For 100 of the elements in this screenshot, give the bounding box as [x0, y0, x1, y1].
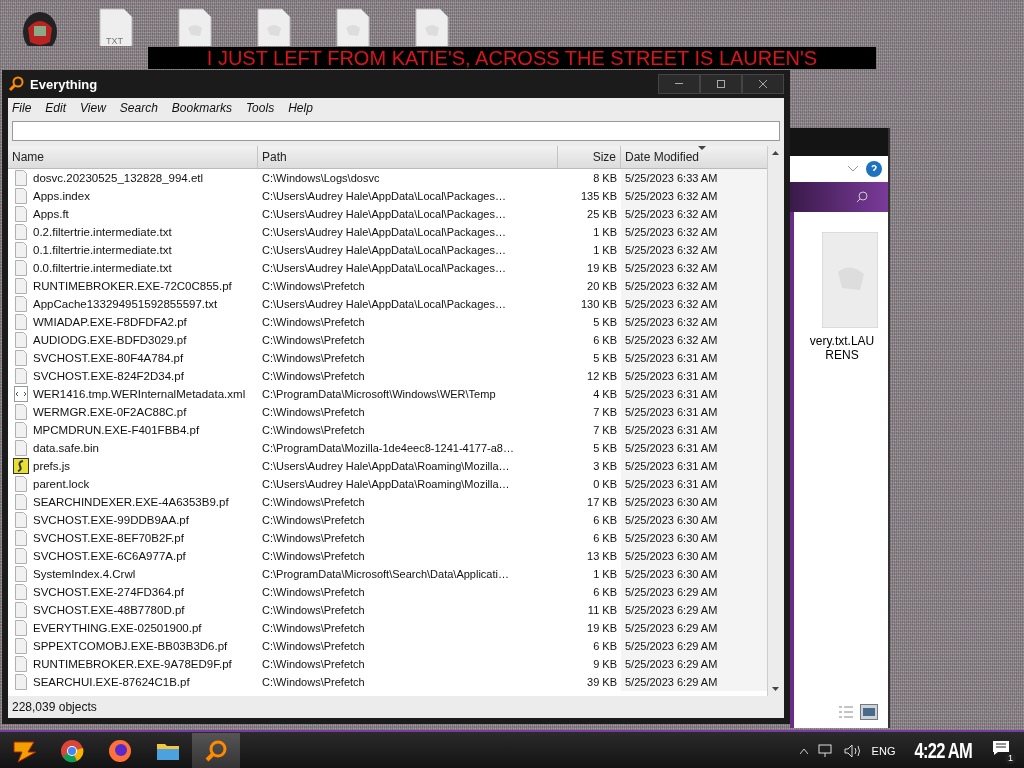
speaker-icon[interactable] — [843, 744, 862, 758]
magnifier-icon — [8, 76, 24, 92]
path-cell-text: C:\ProgramData\Microsoft\Search\Data\Applicati… — [261, 567, 510, 582]
path-cell-text: C:\Windows\Prefetch — [261, 495, 366, 510]
maximize-button[interactable] — [700, 74, 742, 94]
path-cell-text: C:\Users\Audrey Hale\AppData\Roaming\Mozilla… — [261, 459, 511, 474]
file-name[interactable]: very.txt.LAURENS — [806, 334, 878, 362]
large-icons-view-icon[interactable] — [860, 704, 878, 720]
help-icon[interactable] — [866, 161, 882, 177]
file-name[interactable]: WMIADAP.EXE-F8DFDFA2.pf — [33, 316, 187, 328]
file-name[interactable]: SVCHOST.EXE-274FD364.pf — [33, 586, 184, 598]
size-cell-text: 1 KB — [592, 225, 618, 240]
file-icon — [13, 440, 29, 456]
chevron-down-icon[interactable] — [848, 166, 858, 172]
menu-item[interactable]: Search — [119, 101, 158, 115]
menu-item[interactable]: Edit — [45, 101, 67, 115]
caret-up-icon[interactable] — [799, 748, 808, 754]
path-cell-text: C:\ProgramData\Microsoft\Windows\WER\Temp — [261, 387, 497, 402]
notifications-button[interactable]: 1 — [992, 740, 1014, 762]
size-cell-text: 12 KB — [586, 369, 618, 384]
size-cell-text: 20 KB — [586, 279, 618, 294]
file-icon — [13, 422, 29, 438]
file-name[interactable]: dosvc.20230525_132828_994.etl — [33, 172, 204, 184]
path-cell-text: C:\Windows\Prefetch — [261, 531, 366, 546]
file-name[interactable]: SystemIndex.4.Crwl — [33, 568, 136, 580]
file-name[interactable]: 0.0.filtertrie.intermediate.txt — [33, 262, 172, 274]
sort-arrow-icon — [698, 146, 706, 151]
clock[interactable]: 4:22 AM — [915, 738, 973, 764]
path-cell-text: C:\Users\Audrey Hale\AppData\Local\Packages… — [261, 243, 507, 258]
column-header[interactable]: Name — [8, 146, 258, 168]
file-name[interactable]: data.safe.bin — [33, 442, 99, 454]
file-name[interactable]: SEARCHUI.EXE-87624C1B.pf — [33, 676, 190, 688]
file-icon — [13, 404, 29, 420]
date-cell: 5/25/2023 6:32 AM — [621, 313, 767, 331]
file-icon — [13, 674, 29, 690]
file-name[interactable]: Apps.ft — [33, 208, 69, 220]
banner-text: I JUST LEFT FROM KATIE'S, ACROSS THE STREET IS LAUREN'S — [206, 47, 818, 69]
file-name[interactable]: AUDIODG.EXE-BDFD3029.pf — [33, 334, 187, 346]
date-cell: 5/25/2023 6:31 AM — [621, 367, 767, 385]
file-name[interactable]: 0.1.filtertrie.intermediate.txt — [33, 244, 172, 256]
magnifier-icon — [204, 739, 228, 763]
path-cell-text: C:\Windows\Prefetch — [261, 657, 366, 672]
file-name[interactable]: RUNTIMEBROKER.EXE-9A78ED9F.pf — [33, 658, 232, 670]
file-name[interactable]: 0.2.filtertrie.intermediate.txt — [33, 226, 172, 238]
size-cell-text: 3 KB — [592, 459, 618, 474]
file-name[interactable]: WER1416.tmp.WERInternalMetadata.xml — [33, 388, 246, 400]
taskbar-button[interactable] — [192, 733, 240, 768]
file-icon — [336, 8, 370, 46]
file-icon — [13, 242, 29, 258]
size-cell-text: 7 KB — [592, 423, 618, 438]
file-name[interactable]: SVCHOST.EXE-824F2D34.pf — [33, 370, 184, 382]
size-cell-text: 19 KB — [586, 261, 618, 276]
file-icon — [13, 260, 29, 276]
file-icon — [13, 584, 29, 600]
file-icon — [13, 314, 29, 330]
date-cell: 5/25/2023 6:32 AM — [621, 295, 767, 313]
file-name[interactable]: SVCHOST.EXE-48B7780D.pf — [33, 604, 185, 616]
menu-item[interactable]: Tools — [245, 101, 275, 115]
file-icon — [13, 368, 29, 384]
file-name[interactable]: SVCHOST.EXE-99DDB9AA.pf — [33, 514, 189, 526]
file-name[interactable]: SVCHOST.EXE-8EF70B2F.pf — [33, 532, 184, 544]
language-indicator[interactable]: ENG — [871, 745, 896, 757]
path-cell-text: C:\Windows\Prefetch — [261, 585, 366, 600]
file-name[interactable]: prefs.js — [33, 460, 71, 472]
file-name[interactable]: parent.lock — [33, 478, 90, 490]
file-name[interactable]: AppCache133294951592855597.txt — [33, 298, 218, 310]
file-icon — [13, 566, 29, 582]
file-name[interactable]: SVCHOST.EXE-6C6A977A.pf — [33, 550, 186, 562]
file-name[interactable]: SVCHOST.EXE-80F4A784.pf — [33, 352, 184, 364]
size-cell-text: 5 KB — [592, 351, 618, 366]
size-cell-text: 135 KB — [579, 189, 618, 204]
path-cell-text: C:\Users\Audrey Hale\AppData\Local\Packages… — [261, 297, 507, 312]
menu-item[interactable]: Bookmarks — [171, 101, 232, 115]
menu-item[interactable]: File — [12, 101, 32, 115]
search-field[interactable] — [12, 121, 780, 141]
file-name[interactable]: RUNTIMEBROKER.EXE-72C0C855.pf — [33, 280, 232, 292]
network-icon[interactable] — [817, 744, 834, 758]
date-cell: 5/25/2023 6:29 AM — [621, 601, 767, 619]
date-cell: 5/25/2023 6:33 AM — [621, 169, 767, 187]
date-cell: 5/25/2023 6:29 AM — [621, 673, 767, 691]
file-name[interactable]: SEARCHINDEXER.EXE-4A6353B9.pf — [33, 496, 229, 508]
file-icon — [13, 476, 29, 492]
column-header[interactable]: Size — [558, 146, 621, 168]
menu-item[interactable]: Help — [288, 101, 313, 115]
file-name[interactable]: Apps.index — [33, 190, 90, 202]
column-header[interactable]: Path — [258, 146, 558, 168]
date-cell: 5/25/2023 6:31 AM — [621, 439, 767, 457]
menu-item[interactable]: View — [80, 101, 106, 115]
size-cell-text: 6 KB — [592, 585, 618, 600]
file-name[interactable]: SPPEXTCOMOBJ.EXE-BB03B3D6.pf — [33, 640, 228, 652]
file-name[interactable]: EVERYTHING.EXE-02501900.pf — [33, 622, 202, 634]
path-cell-text: C:\Windows\Prefetch — [261, 639, 366, 654]
path-cell-text: C:\Users\Audrey Hale\AppData\Local\Packages… — [261, 207, 507, 222]
file-name[interactable]: MPCMDRUN.EXE-F401FBB4.pf — [33, 424, 200, 436]
date-cell: 5/25/2023 6:30 AM — [621, 511, 767, 529]
search-icon[interactable] — [856, 191, 868, 203]
size-cell-text: 6 KB — [592, 333, 618, 348]
file-name[interactable]: WERMGR.EXE-0F2AC88C.pf — [33, 406, 187, 418]
file-icon — [13, 512, 29, 528]
file-icon — [822, 232, 878, 328]
